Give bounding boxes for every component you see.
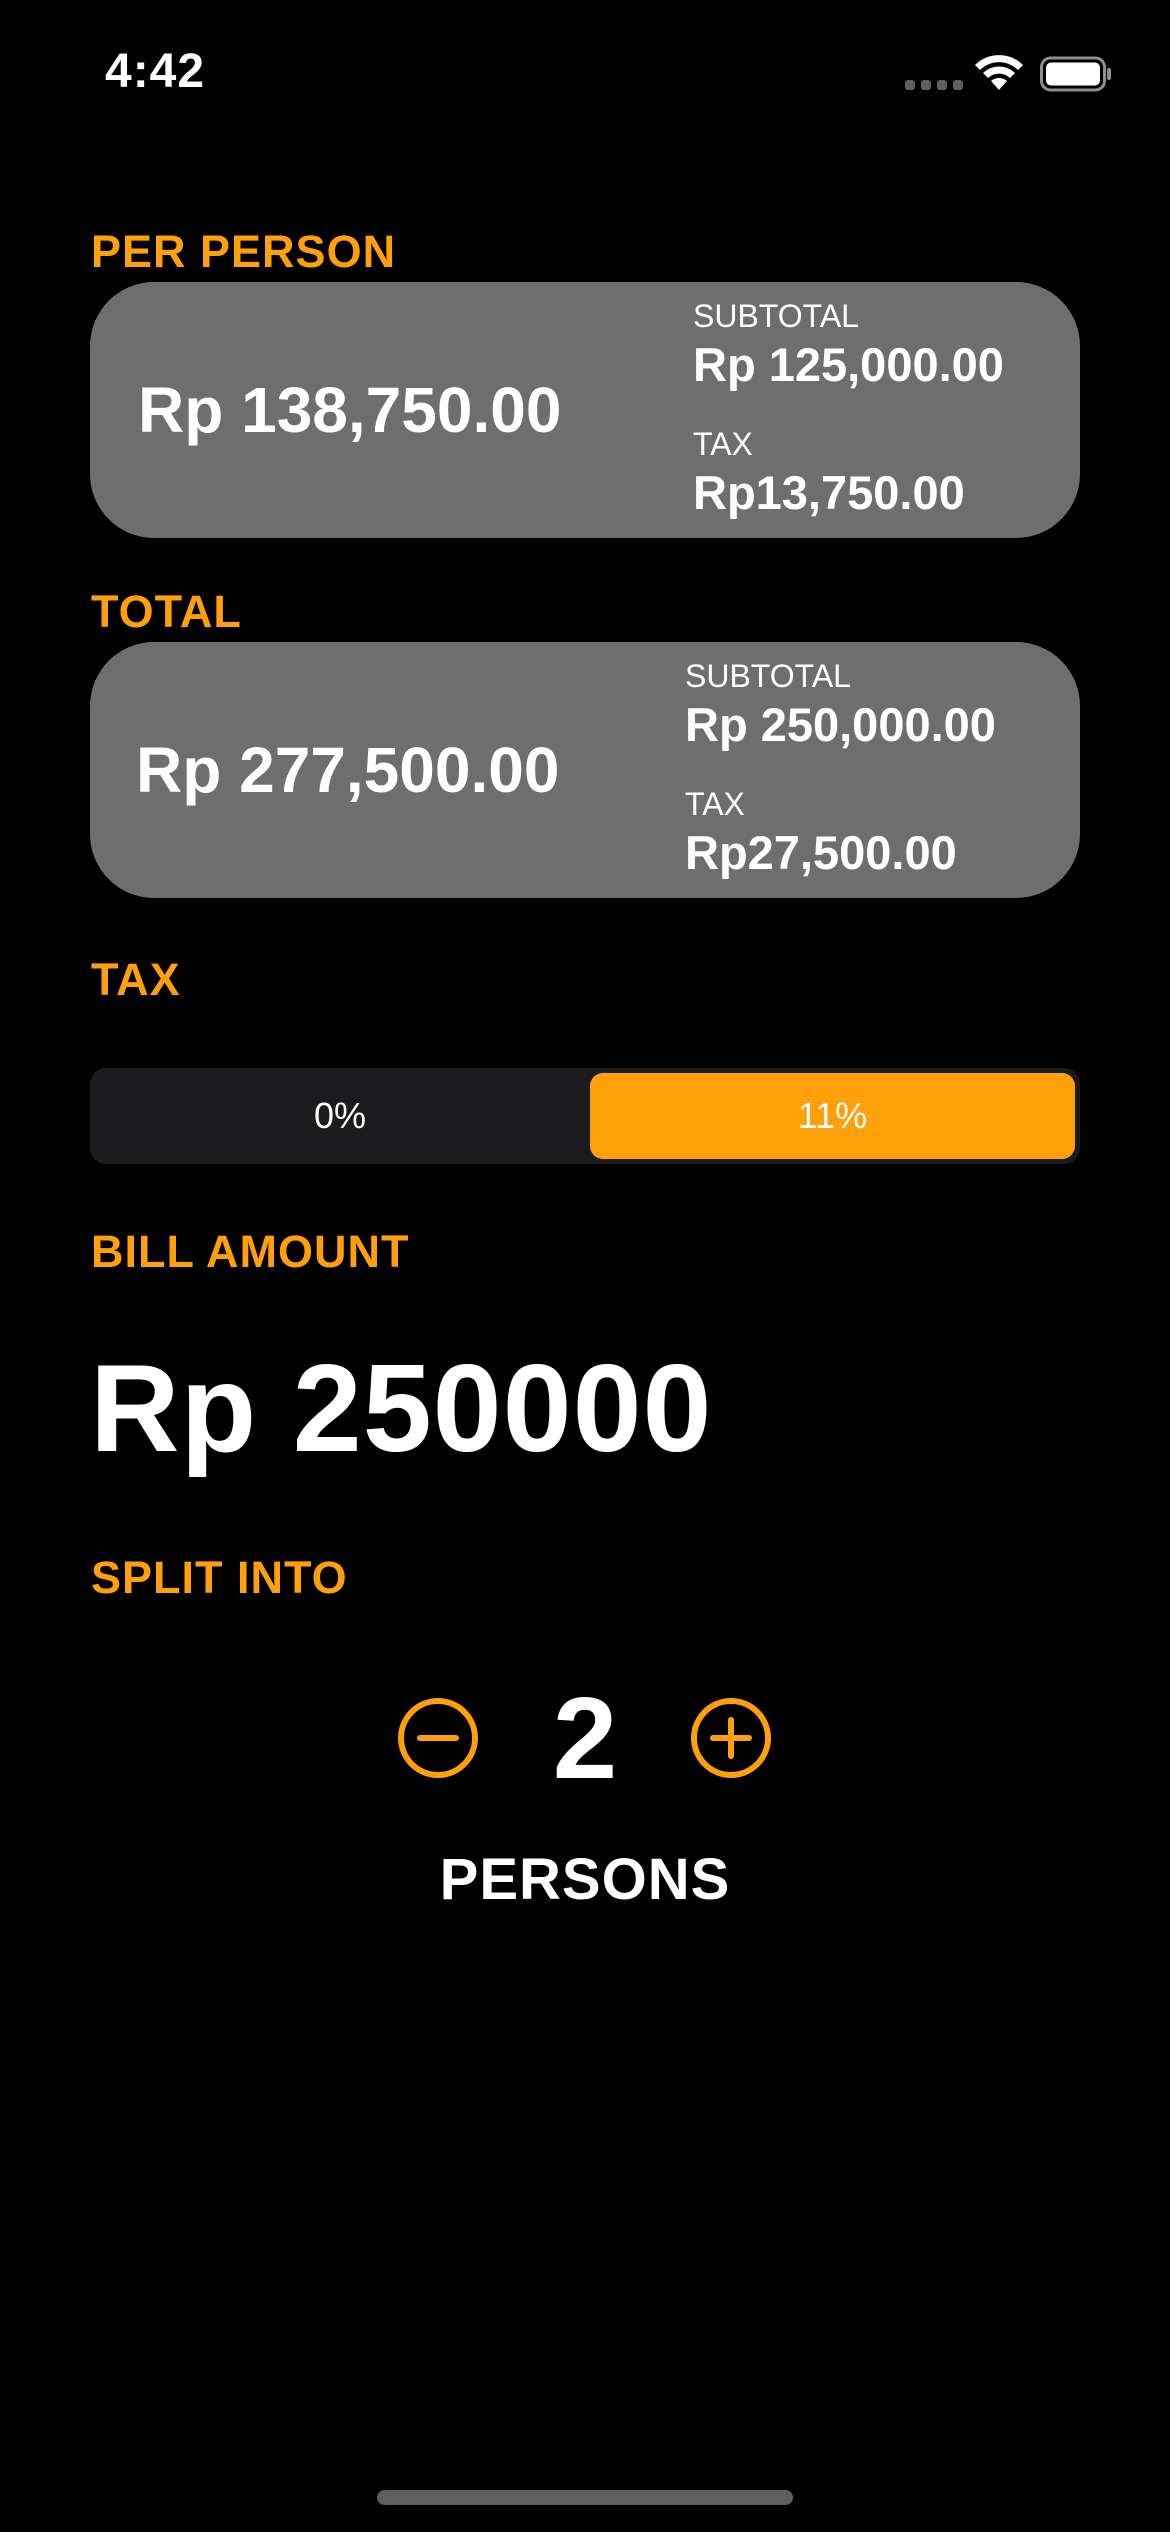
persons-unit-label: PERSONS xyxy=(439,1847,731,1912)
tax-option-0[interactable]: 0% xyxy=(95,1073,585,1159)
tax-option-11-selected[interactable]: 11% xyxy=(590,1073,1075,1159)
home-indicator[interactable] xyxy=(377,2490,793,2505)
tax-segmented-control[interactable]: 0% 11% xyxy=(90,1068,1080,1164)
per-person-breakdown: SUBTOTAL Rp 125,000.00 TAX Rp13,750.00 xyxy=(693,296,1004,522)
per-person-subtotal-value: Rp 125,000.00 xyxy=(693,338,1004,391)
split-into-label: SPLIT INTO xyxy=(91,1552,348,1603)
per-person-label: PER PERSON xyxy=(91,226,397,277)
battery-icon xyxy=(1040,56,1111,92)
wifi-icon xyxy=(975,55,1023,90)
plus-circle-icon[interactable] xyxy=(690,1697,772,1779)
total-breakdown: SUBTOTAL Rp 250,000.00 TAX Rp27,500.00 xyxy=(685,656,996,882)
total-subtotal-value: Rp 250,000.00 xyxy=(685,698,996,751)
minus-circle-icon[interactable] xyxy=(397,1697,479,1779)
total-label: TOTAL xyxy=(91,586,242,637)
per-person-subtotal-label: SUBTOTAL xyxy=(693,298,859,334)
cellular-signal-icon xyxy=(905,80,963,92)
per-person-tax-label: TAX xyxy=(693,426,753,462)
total-subtotal-label: SUBTOTAL xyxy=(685,658,851,694)
total-card: Rp 277,500.00 SUBTOTAL Rp 250,000.00 TAX… xyxy=(90,642,1080,898)
per-person-tax-value: Rp13,750.00 xyxy=(693,466,965,519)
person-count: 2 xyxy=(552,1673,618,1803)
bill-amount-label: BILL AMOUNT xyxy=(91,1226,410,1277)
per-person-total: Rp 138,750.00 xyxy=(138,374,562,446)
total-tax-label: TAX xyxy=(685,786,745,822)
status-time: 4:42 xyxy=(105,45,206,98)
total-amount: Rp 277,500.00 xyxy=(136,734,560,806)
total-tax-value: Rp27,500.00 xyxy=(685,826,957,879)
bill-amount-field[interactable]: Rp 250000 xyxy=(90,1338,713,1480)
tax-label: TAX xyxy=(91,954,181,1005)
per-person-card: Rp 138,750.00 SUBTOTAL Rp 125,000.00 TAX… xyxy=(90,282,1080,538)
